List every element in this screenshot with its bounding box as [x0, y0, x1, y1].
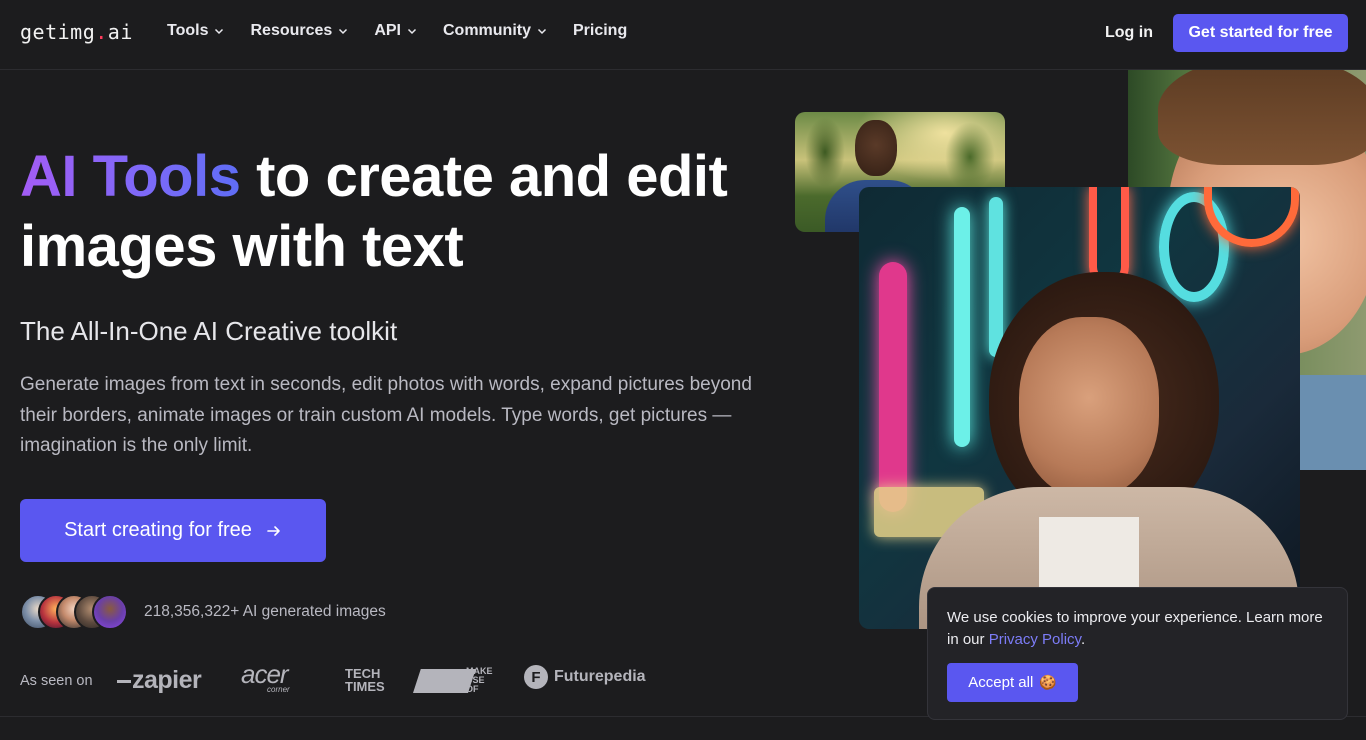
logo[interactable]: getimg.ai [20, 20, 133, 44]
techtimes-logo: TECH TIMES [345, 667, 385, 693]
neon-sign-cyan [989, 197, 1003, 357]
nav-tools-label: Tools [167, 22, 209, 39]
neon-sign-cyan [954, 207, 970, 447]
logo-dot: . [95, 20, 108, 44]
acer-corner-text: corner [267, 685, 290, 694]
cookie-text: We use cookies to improve your experienc… [947, 607, 1327, 651]
nav-pricing-label: Pricing [572, 22, 628, 39]
nav-community-label: Community [442, 22, 531, 39]
futurepedia-icon: F [524, 665, 548, 689]
acer-text: acer [241, 659, 289, 689]
portrait-woman-neon [859, 187, 1300, 629]
makeuseof-logo: MAKE USE OF [413, 667, 499, 695]
accept-all-button[interactable]: Accept all 🍪 [947, 663, 1078, 702]
cookie-period: . [1080, 631, 1086, 648]
of-text: OF [466, 684, 479, 694]
hero-title-line2: images with text [20, 214, 464, 279]
accept-all-label: Accept all [968, 674, 1034, 691]
nav-pricing[interactable]: Pricing [573, 22, 627, 40]
chevron-down-icon [339, 28, 348, 35]
arrow-right-icon [267, 525, 280, 536]
logo-tail: ai [107, 20, 133, 44]
nav-community[interactable]: Community [443, 22, 547, 40]
logo-text: getimg [20, 20, 96, 44]
cookie-icon: 🍪 [1039, 674, 1057, 690]
zapier-text: zapier [132, 666, 202, 694]
man-hair [1158, 55, 1366, 165]
cookie-banner: We use cookies to improve your experienc… [927, 587, 1348, 720]
nav-api[interactable]: API [374, 22, 417, 40]
acer-logo: acer corner [241, 659, 290, 694]
tree [805, 117, 845, 187]
as-seen-on-label: As seen on [20, 673, 93, 689]
hero-subtitle: The All-In-One AI Creative toolkit [20, 316, 398, 346]
makeuseof-words: MAKE USE OF [466, 667, 493, 694]
chevron-down-icon [215, 28, 224, 35]
man-shirt [1298, 375, 1366, 470]
nav-resources-label: Resources [250, 22, 333, 39]
start-creating-label: Start creating for free [64, 519, 252, 541]
hero-description: Generate images from text in seconds, ed… [20, 374, 752, 456]
nav-tools[interactable]: Tools [167, 22, 224, 40]
woman-face [1019, 317, 1159, 497]
zapier-logo: zapier [117, 666, 202, 695]
neon-sign-pink [879, 262, 907, 512]
chevron-down-icon [407, 28, 417, 35]
hero-title-highlight: AI Tools [20, 144, 241, 209]
login-link[interactable]: Log in [1105, 24, 1153, 42]
futurepedia-logo: F Futurepedia [524, 665, 646, 689]
privacy-policy-link[interactable]: Privacy Policy [989, 631, 1081, 648]
main-nav: Tools Resources API Community Pricing [167, 22, 653, 40]
user-avatars [20, 594, 128, 630]
man-head [855, 120, 897, 176]
futurepedia-text: Futurepedia [554, 668, 646, 685]
hero-title-rest: to create and edit [240, 144, 728, 209]
chevron-down-icon [537, 28, 547, 35]
avatar [92, 594, 128, 630]
nav-api-label: API [374, 22, 401, 39]
site-header: getimg.ai Tools Resources API Community … [0, 0, 1366, 70]
nav-resources[interactable]: Resources [250, 22, 348, 40]
tree [945, 122, 995, 192]
start-creating-button[interactable]: Start creating for free [20, 499, 326, 562]
generated-images-count: 218,356,322+ AI generated images [144, 603, 386, 620]
times-text: TIMES [345, 679, 385, 694]
hero-title: AI Tools to create and edit images with … [20, 142, 780, 282]
get-started-button[interactable]: Get started for free [1173, 14, 1348, 52]
